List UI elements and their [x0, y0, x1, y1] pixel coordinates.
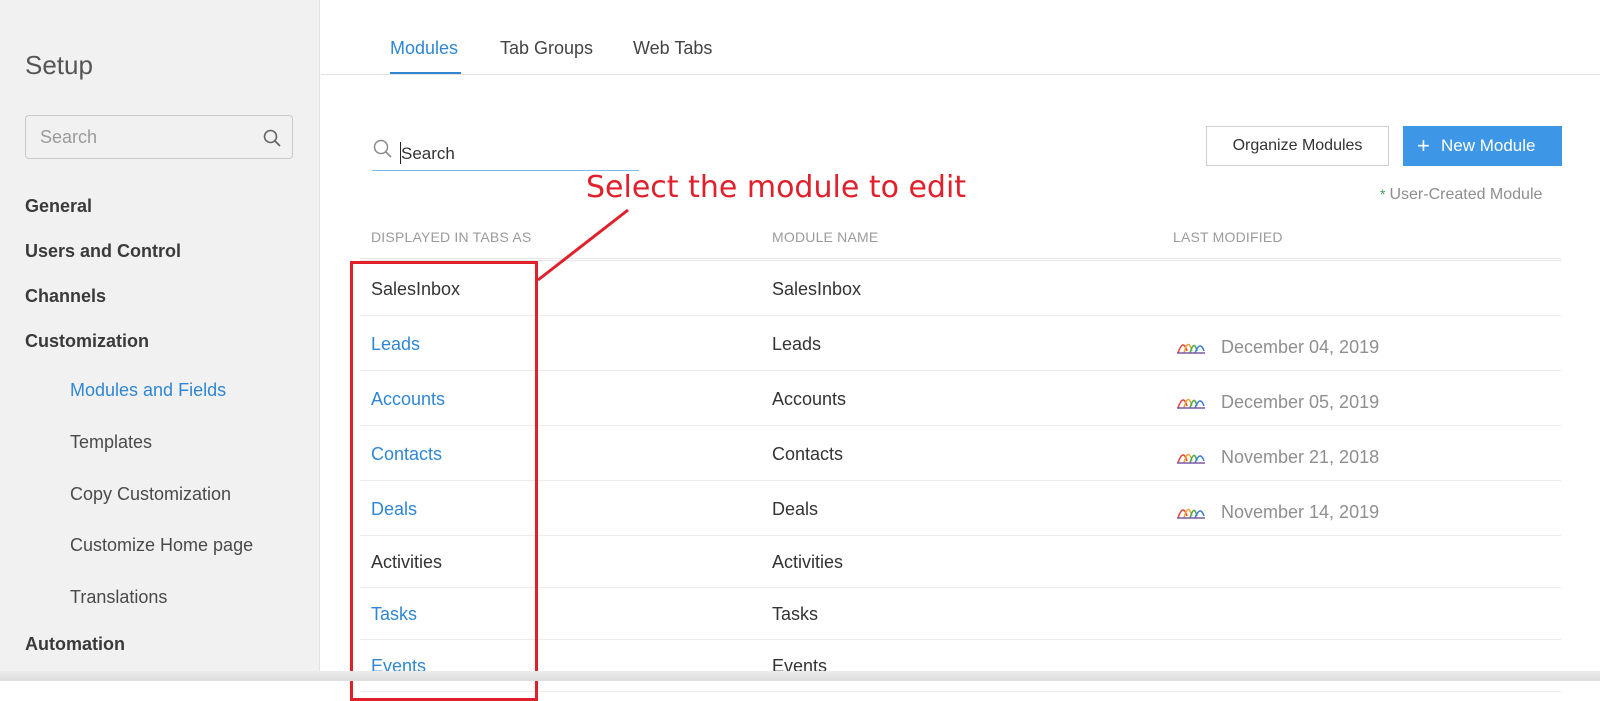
sidebar-item-customize-home-page[interactable]: Customize Home page: [70, 535, 253, 556]
tab-web-tabs[interactable]: Web Tabs: [633, 38, 712, 59]
table-row[interactable]: SalesInbox SalesInbox: [360, 261, 1561, 316]
sidebar-item-modules-and-fields[interactable]: Modules and Fields: [70, 380, 226, 401]
module-name-cell: SalesInbox: [772, 279, 862, 299]
sidebar-section-users-and-control[interactable]: Users and Control: [25, 241, 181, 262]
bottom-edge: [0, 671, 1600, 681]
modified-by-avatar-icon: [1175, 446, 1207, 466]
sidebar-search-input[interactable]: Search: [25, 115, 293, 159]
new-module-button[interactable]: + New Module: [1403, 126, 1562, 166]
last-modified-cell: December 05, 2019: [1221, 392, 1380, 412]
last-modified-cell: November 14, 2019: [1221, 502, 1380, 522]
column-header-displayed-in-tabs-as[interactable]: DISPLAYED IN TABS AS: [371, 229, 531, 245]
module-search-input[interactable]: Search: [372, 134, 639, 171]
sidebar-section-general[interactable]: General: [25, 196, 92, 217]
sidebar-section-channels[interactable]: Channels: [25, 286, 106, 307]
new-module-label: New Module: [1441, 136, 1536, 155]
last-modified-cell: December 04, 2019: [1221, 337, 1380, 357]
search-icon: [373, 139, 392, 158]
sidebar-title: Setup: [25, 50, 93, 80]
modified-by-avatar-icon: [1175, 391, 1207, 411]
tab-modules[interactable]: Modules: [390, 38, 458, 59]
sidebar-item-templates[interactable]: Templates: [70, 432, 152, 453]
module-name-cell: Accounts: [772, 389, 847, 409]
table-row[interactable]: Contacts Contacts November 21, 2018: [360, 426, 1561, 481]
modified-by-avatar-icon: [1175, 501, 1207, 521]
sidebar-section-automation[interactable]: Automation: [25, 634, 125, 655]
module-name-cell: Contacts: [772, 444, 844, 464]
sidebar-search-placeholder: Search: [40, 127, 98, 147]
setup-sidebar: Setup Search General Users and Control C…: [0, 0, 320, 681]
table-row[interactable]: Tasks Tasks: [360, 588, 1561, 640]
module-name-cell: Activities: [772, 552, 844, 572]
search-icon[interactable]: [262, 128, 282, 148]
sidebar-section-customization[interactable]: Customization: [25, 331, 149, 352]
user-created-star-icon: *: [1380, 186, 1386, 202]
sidebar-item-copy-customization[interactable]: Copy Customization: [70, 484, 231, 505]
annotation-highlight-box: [350, 261, 538, 701]
annotation-callout: Select the module to edit: [586, 170, 967, 205]
active-tab-indicator: [390, 72, 461, 74]
table-row[interactable]: Events Events: [360, 640, 1561, 692]
user-created-legend-label: User-Created Module: [1389, 186, 1543, 203]
table-row[interactable]: Accounts Accounts December 05, 2019: [360, 371, 1561, 426]
module-name-cell: Leads: [772, 334, 822, 354]
plus-icon: +: [1417, 133, 1430, 158]
organize-modules-button[interactable]: Organize Modules: [1206, 126, 1389, 166]
table-row[interactable]: Deals Deals November 14, 2019: [360, 481, 1561, 536]
module-name-cell: Tasks: [772, 604, 819, 624]
table-row[interactable]: Activities Activities: [360, 536, 1561, 588]
last-modified-cell: November 21, 2018: [1221, 447, 1380, 467]
modified-by-avatar-icon: [1175, 336, 1207, 356]
table-row[interactable]: Leads Leads December 04, 2019: [360, 316, 1561, 371]
row-divider: [360, 691, 1561, 692]
user-created-legend: * User-Created Module: [1380, 186, 1542, 204]
column-header-last-modified[interactable]: LAST MODIFIED: [1173, 229, 1283, 245]
module-search-value: Search: [401, 144, 455, 163]
module-name-cell: Deals: [772, 499, 819, 519]
sidebar-item-translations[interactable]: Translations: [70, 587, 167, 608]
column-header-module-name[interactable]: MODULE NAME: [772, 229, 878, 245]
tab-tab-groups[interactable]: Tab Groups: [500, 38, 593, 59]
